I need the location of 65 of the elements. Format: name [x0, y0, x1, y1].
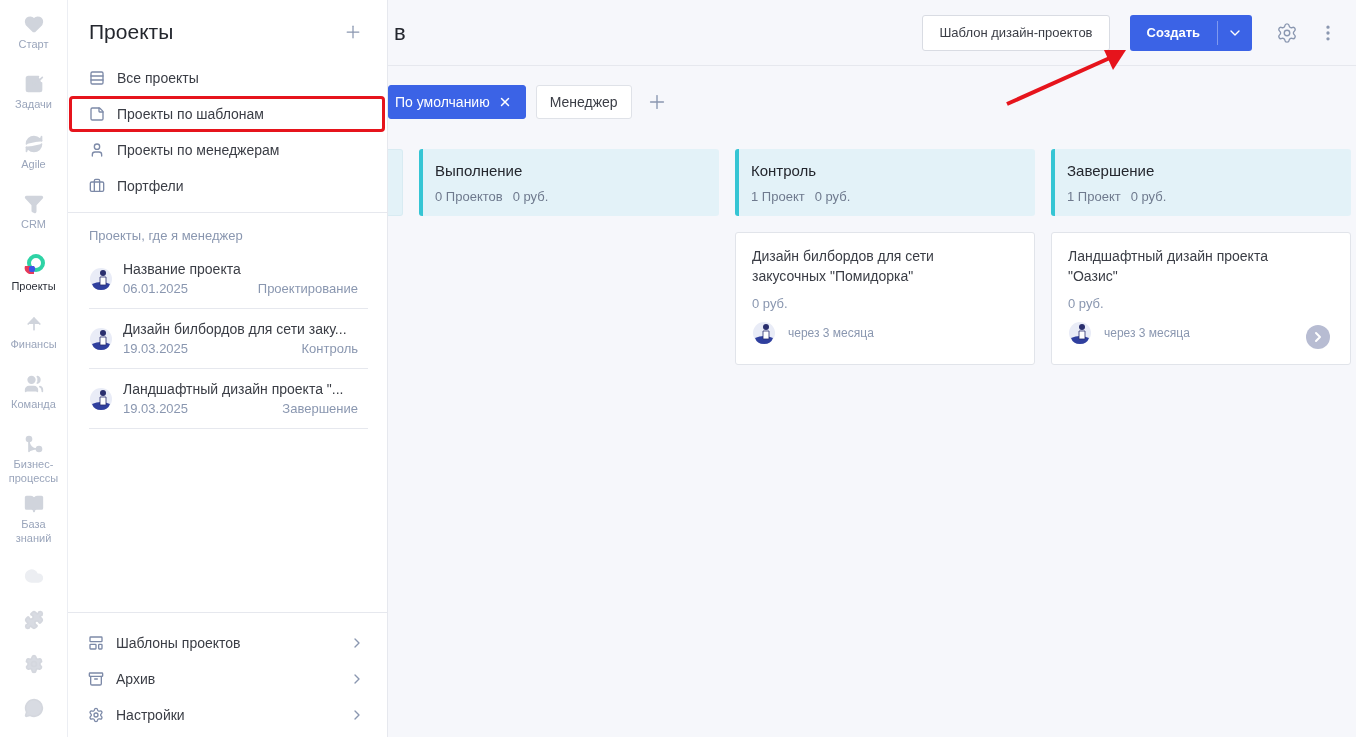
card-due: через 3 месяца: [1104, 326, 1190, 340]
card-due: через 3 месяца: [788, 326, 874, 340]
briefcase-icon: [89, 178, 105, 194]
column-title: Выполнение: [435, 162, 524, 179]
project-count: 0 Проектов: [435, 189, 503, 204]
avatar-icon: [1068, 321, 1092, 345]
column-sum: 0 руб.: [1130, 189, 1167, 204]
open-button[interactable]: [1306, 325, 1330, 349]
column-sum: 0 руб.: [512, 189, 549, 204]
settings-icon[interactable]: [23, 654, 44, 674]
project-card[interactable]: Дизайн билбордов для сети закусочных "Помидорка" 0 руб. через 3 месяца: [735, 232, 1035, 365]
project-card[interactable]: Ландшафтный дизайн проекта "Оазис" 0 руб. через 3 месяца: [1051, 232, 1351, 365]
footer-item[interactable]: Архив: [68, 661, 387, 697]
footer-item[interactable]: Настройки: [68, 697, 387, 733]
chat-icon[interactable]: [23, 698, 44, 718]
project-date: 19.03.2025: [123, 401, 189, 416]
project-name[interactable]: Название проекта: [123, 261, 368, 277]
projects-logo-icon: [22, 254, 45, 276]
card-sum: 0 руб.: [752, 296, 789, 311]
page-title: в: [394, 19, 407, 46]
filter-tab[interactable]: Менеджер: [535, 85, 632, 119]
refresh-icon: [23, 134, 44, 154]
rail-item[interactable]: Проекты: [0, 254, 68, 314]
project-date: 06.01.2025: [123, 281, 189, 296]
card-sum: 0 руб.: [1068, 296, 1105, 311]
nav-item[interactable]: Проекты по шаблонам: [69, 96, 385, 132]
project-stage: Завершение: [282, 401, 358, 416]
project-stage: Контроль: [301, 341, 358, 356]
panel-title: Проекты: [89, 20, 174, 44]
avatar-icon: [89, 386, 113, 411]
template-icon: [88, 635, 104, 651]
nav-item[interactable]: Проекты по менеджерам: [69, 132, 385, 168]
project-name[interactable]: Ландшафтный дизайн проекта "...: [123, 381, 368, 397]
nav-item[interactable]: Портфели: [69, 168, 385, 204]
section-label: Проекты, где я менеджер: [88, 227, 244, 245]
check-icon: [23, 74, 44, 94]
avatar-icon: [89, 266, 113, 291]
note-icon: [89, 106, 105, 122]
puzzle-icon[interactable]: [23, 610, 44, 630]
settings-icon: [88, 707, 104, 723]
filter-tab[interactable]: По умолчанию: [388, 85, 526, 119]
nav-item[interactable]: Все проекты: [69, 60, 385, 96]
project-count: 1 Проект: [1067, 189, 1121, 204]
person-icon: [89, 142, 105, 158]
avatar-icon: [752, 321, 776, 345]
heart-icon: [23, 14, 44, 34]
project-stage: Проектирование: [257, 281, 358, 296]
archive-icon: [88, 671, 104, 687]
create-button[interactable]: Создать: [1129, 20, 1218, 45]
list-icon: [89, 70, 105, 86]
avatar-icon: [89, 326, 113, 351]
column-sum: 0 руб.: [814, 189, 851, 204]
people-icon: [23, 374, 44, 394]
project-date: 19.03.2025: [123, 341, 189, 356]
book-icon: [23, 494, 44, 514]
card-title: Дизайн билбордов для сети закусочных "Помидорка": [752, 247, 935, 286]
project-name[interactable]: Дизайн билбордов для сети заку...: [123, 321, 368, 337]
column-title: Завершение: [1067, 162, 1156, 179]
project-count: 1 Проект: [751, 189, 805, 204]
funnel-icon: [23, 194, 44, 214]
footer-item[interactable]: Шаблоны проектов: [68, 625, 387, 661]
column-title: Контроль: [751, 162, 818, 179]
card-title: Ландшафтный дизайн проекта "Оазис": [1068, 247, 1269, 286]
template-button[interactable]: Шаблон дизайн-проектов: [922, 14, 1110, 51]
branch-icon: [23, 434, 44, 454]
